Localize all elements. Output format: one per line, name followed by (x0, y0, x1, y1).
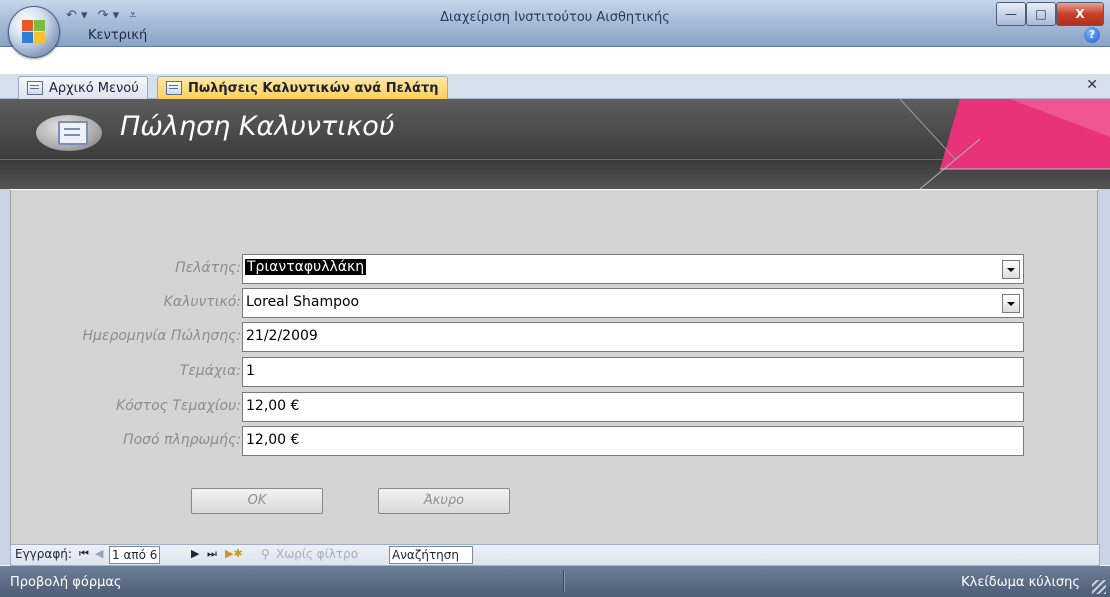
field-row-cosmetic: Καλυντικό: Loreal Shampoo (11, 288, 1097, 318)
tab-label: Αρχικό Μενού (49, 80, 139, 96)
field-row-unit-cost: Κόστος Τεμαχίου: 12,00 € (11, 392, 1097, 422)
filter-icon: ⚲ (261, 547, 270, 561)
sale-date-value: 21/2/2009 (246, 328, 318, 344)
first-record-button[interactable]: ⏮ (79, 547, 89, 561)
document-tab-bar: Αρχικό Μενού Πωλήσεις Καλυντικών ανά Πελ… (0, 74, 1110, 99)
field-row-payment-amount: Ποσό πληρωμής: 12,00 € (11, 426, 1097, 456)
unit-cost-field[interactable]: 12,00 € (242, 392, 1024, 422)
chevron-down-icon[interactable] (1002, 294, 1020, 313)
record-navigation-bar: Εγγραφή: ⏮ ◀ 1 από 6 ▶ ⏭ ▶✱ ⚲ Χωρίς φίλτ… (10, 544, 1100, 566)
cosmetic-value: Loreal Shampoo (246, 294, 360, 310)
close-window-button[interactable]: X (1056, 2, 1104, 26)
quantity-value: 1 (246, 363, 255, 379)
new-record-button[interactable]: ▶✱ (225, 547, 243, 560)
customer-label: Πελάτης: (175, 260, 241, 276)
window-title: Διαχείριση Ινστιτούτου Αισθητικής (440, 10, 670, 25)
next-record-button[interactable]: ▶ (191, 547, 199, 560)
scroll-lock-status: Κλείδωμα κύλισης (961, 575, 1080, 590)
form-icon (166, 81, 182, 95)
quantity-label: Τεμάχια: (179, 363, 241, 379)
status-bar: Προβολή φόρμας Κλείδωμα κύλισης (0, 566, 1110, 597)
prev-record-button[interactable]: ◀ (95, 547, 103, 560)
status-separator (563, 570, 564, 592)
resize-grip-icon[interactable] (1092, 580, 1106, 594)
sale-date-label: Ημερομηνία Πώλησης: (82, 328, 241, 344)
payment-amount-value: 12,00 € (246, 432, 300, 448)
unit-cost-label: Κόστος Τεμαχίου: (116, 398, 241, 414)
help-icon[interactable]: ? (1084, 27, 1100, 43)
office-button[interactable] (8, 6, 60, 58)
maximize-button[interactable]: □ (1026, 2, 1056, 26)
tab-label: Πωλήσεις Καλυντικών ανά Πελάτη (188, 80, 439, 96)
field-row-customer: Πελάτης: Τριανταφυλλάκη (11, 254, 1097, 284)
form-header: Πώληση Καλυντικού (0, 99, 1110, 189)
sale-date-field[interactable]: 21/2/2009 (242, 322, 1024, 352)
access-window: ↶ ▾ ↷ ▾ ⩡ Διαχείριση Ινστιτούτου Αισθητι… (0, 0, 1110, 597)
view-status: Προβολή φόρμας (10, 575, 122, 590)
cosmetic-combobox[interactable]: Loreal Shampoo (242, 288, 1024, 318)
office-logo-icon (22, 20, 46, 44)
ok-button[interactable]: OK (191, 488, 323, 514)
form-title: Πώληση Καλυντικού (120, 111, 395, 142)
customer-combobox[interactable]: Τριανταφυλλάκη (242, 254, 1024, 284)
tab-main-menu[interactable]: Αρχικό Μενού (18, 76, 148, 99)
form-detail: Πελάτης: Τριανταφυλλάκη Καλυντικό: Lorea… (10, 190, 1098, 544)
cancel-button[interactable]: Άκυρο (378, 488, 510, 514)
quantity-field[interactable]: 1 (242, 357, 1024, 387)
payment-amount-label: Ποσό πληρωμής: (123, 432, 241, 448)
no-filter-button[interactable]: Χωρίς φίλτρο (276, 547, 358, 561)
record-position-input[interactable]: 1 από 6 (109, 546, 161, 564)
minimize-button[interactable]: — (996, 2, 1026, 26)
ribbon-tab-home[interactable]: Κεντρική (88, 28, 147, 43)
tab-sales-by-customer[interactable]: Πωλήσεις Καλυντικών ανά Πελάτη (157, 76, 448, 99)
form-icon (58, 121, 88, 145)
unit-cost-value: 12,00 € (246, 398, 300, 414)
form-icon (27, 81, 43, 95)
payment-amount-field[interactable]: 12,00 € (242, 426, 1024, 456)
search-input[interactable]: Αναζήτηση (389, 546, 473, 564)
customer-value: Τριανταφυλλάκη (245, 259, 367, 275)
record-label: Εγγραφή: (15, 547, 72, 561)
title-bar: ↶ ▾ ↷ ▾ ⩡ Διαχείριση Ινστιτούτου Αισθητι… (0, 0, 1110, 47)
pink-decoration (900, 99, 1110, 189)
last-record-button[interactable]: ⏭ (207, 547, 217, 561)
field-row-quantity: Τεμάχια: 1 (11, 357, 1097, 387)
close-tab-icon[interactable]: ✕ (1086, 77, 1098, 93)
field-row-sale-date: Ημερομηνία Πώλησης: 21/2/2009 (11, 322, 1097, 352)
cosmetic-label: Καλυντικό: (163, 294, 241, 310)
chevron-down-icon[interactable] (1002, 260, 1020, 279)
